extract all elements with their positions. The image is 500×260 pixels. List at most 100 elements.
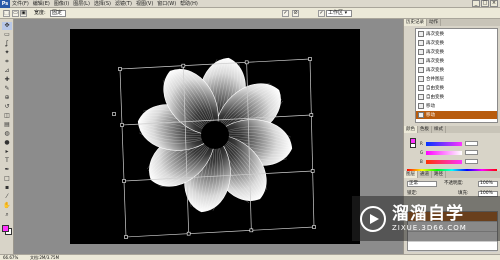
blend-mode-select[interactable]: 正常 (407, 181, 437, 187)
tab-channels[interactable]: 通道 (418, 171, 432, 178)
window-controls: _ □ × (471, 0, 498, 7)
zoom-tool-icon[interactable]: ⌕ (2, 211, 12, 219)
watermark: 溜溜自学 ZIXUE.3D66.COM (352, 196, 500, 241)
tab-paths[interactable]: 路径 (432, 171, 446, 178)
tab-color[interactable]: 颜色 (404, 126, 418, 133)
transform-handle[interactable] (112, 112, 116, 116)
history-item[interactable]: 再次变换 (416, 66, 497, 74)
close-button[interactable]: × (490, 0, 498, 7)
magic-wand-icon[interactable]: ✦ (2, 49, 12, 57)
menu-layer[interactable]: 图层(L) (71, 0, 92, 7)
history-step-icon (418, 85, 424, 91)
transform-handle[interactable] (181, 63, 186, 68)
dodge-tool-icon[interactable]: ● (2, 139, 12, 147)
new-selection-icon[interactable]: ▭ (12, 10, 19, 17)
channel-g-value[interactable] (465, 150, 478, 155)
transform-handle[interactable] (244, 60, 249, 65)
history-brush-icon[interactable]: ↺ (2, 103, 12, 111)
hand-tool-icon[interactable]: ✋ (2, 202, 12, 210)
pen-tool-icon[interactable]: ✒ (2, 166, 12, 174)
photoshop-logo-icon[interactable]: Ps (0, 0, 10, 8)
tab-actions[interactable]: 动作 (427, 19, 441, 26)
lasso-tool-icon[interactable]: ʆ (2, 40, 12, 48)
canvas-area[interactable] (14, 19, 395, 254)
add-selection-icon[interactable]: ▣ (20, 10, 27, 17)
menu-window[interactable]: 窗口(W) (155, 0, 178, 7)
channel-g-slider[interactable] (426, 151, 462, 155)
minimize-button[interactable]: _ (472, 0, 480, 7)
history-step-icon (418, 112, 424, 118)
history-item[interactable]: 再次变换 (416, 57, 497, 65)
transform-handle[interactable] (308, 57, 312, 61)
menu-file[interactable]: 文件(F) (10, 0, 31, 7)
move-tool-icon[interactable]: ✥ (2, 22, 12, 30)
history-item[interactable]: 再次变换 (416, 48, 497, 56)
tool-preset-icon[interactable]: ⬚ (3, 10, 10, 17)
history-step-icon (418, 58, 424, 64)
menu-select[interactable]: 选择(S) (92, 0, 113, 7)
commit-icon[interactable]: ✓ (282, 10, 289, 17)
foreground-color-swatch[interactable] (2, 225, 9, 232)
tab-styles[interactable]: 样式 (432, 126, 446, 133)
type-tool-icon[interactable]: T (2, 157, 12, 165)
transform-handle[interactable] (120, 123, 124, 127)
history-item[interactable]: 移动 (416, 111, 497, 119)
transform-handle[interactable] (309, 113, 314, 117)
foreground-color-chip[interactable] (410, 138, 416, 144)
tab-history[interactable]: 历史记录 (404, 19, 427, 26)
channel-b-slider[interactable] (426, 160, 462, 164)
history-item[interactable]: 再次变换 (416, 30, 497, 38)
opacity-input[interactable]: 100% (478, 181, 498, 187)
menu-help[interactable]: 帮助(H) (178, 0, 200, 7)
tab-swatches[interactable]: 色板 (418, 126, 432, 133)
history-step-icon (418, 40, 424, 46)
transform-grid-line (125, 226, 315, 238)
history-item[interactable]: 再次变换 (416, 39, 497, 47)
width-mode-select[interactable]: 固定 (50, 10, 66, 17)
channel-r-slider[interactable] (426, 142, 462, 146)
transform-handle[interactable] (118, 67, 122, 71)
history-item[interactable]: 移动 (416, 102, 497, 110)
transform-handle[interactable] (186, 231, 191, 236)
cancel-transform-icon[interactable]: ⊘ (292, 10, 299, 17)
flower-center (201, 121, 229, 149)
transform-handle[interactable] (124, 235, 128, 239)
history-item[interactable]: 自由变换 (416, 93, 497, 101)
crop-tool-icon[interactable]: ⌗ (2, 58, 12, 66)
blur-tool-icon[interactable]: ◍ (2, 130, 12, 138)
shape-tool-icon[interactable]: □ (2, 175, 12, 183)
transform-handle[interactable] (122, 179, 126, 183)
zoom-readout[interactable]: 66.67% (3, 255, 18, 260)
channel-b-value[interactable] (465, 159, 478, 164)
menu-view[interactable]: 视图(V) (134, 0, 155, 7)
menu-edit[interactable]: 编辑(E) (31, 0, 52, 7)
stamp-tool-icon[interactable]: ⊕ (2, 94, 12, 102)
marquee-tool-icon[interactable]: ▭ (2, 31, 12, 39)
document-canvas[interactable] (70, 29, 360, 244)
channel-r-value[interactable] (465, 141, 478, 146)
menu-image[interactable]: 图像(I) (52, 0, 71, 7)
history-item-label: 再次变换 (426, 68, 444, 73)
layer-row[interactable] (408, 242, 497, 252)
gradient-tool-icon[interactable]: ▤ (2, 121, 12, 129)
transform-handle[interactable] (310, 169, 315, 173)
brush-tool-icon[interactable]: ✎ (2, 85, 12, 93)
tab-layers[interactable]: 图层 (404, 171, 418, 178)
transform-handle[interactable] (249, 228, 254, 233)
path-select-icon[interactable]: ▸ (2, 148, 12, 156)
slice-tool-icon[interactable]: ⊿ (2, 67, 12, 75)
transform-handle[interactable] (312, 225, 316, 229)
healing-brush-icon[interactable]: ✚ (2, 76, 12, 84)
eyedropper-icon[interactable]: ⁄ (2, 193, 12, 201)
workspace-select[interactable]: 工作区 ▾ (326, 10, 352, 17)
history-item[interactable]: 合并图层 (416, 75, 497, 83)
history-item-label: 再次变换 (426, 32, 444, 37)
notes-tool-icon[interactable]: ▪ (2, 184, 12, 192)
warp-icon[interactable]: ✓ (318, 10, 325, 17)
eraser-tool-icon[interactable]: ◫ (2, 112, 12, 120)
menu-filter[interactable]: 滤镜(T) (113, 0, 134, 7)
width-label: 宽度: (34, 10, 46, 16)
history-item[interactable]: 自由变换 (416, 84, 497, 92)
maximize-button[interactable]: □ (481, 0, 489, 7)
history-step-icon (418, 31, 424, 37)
